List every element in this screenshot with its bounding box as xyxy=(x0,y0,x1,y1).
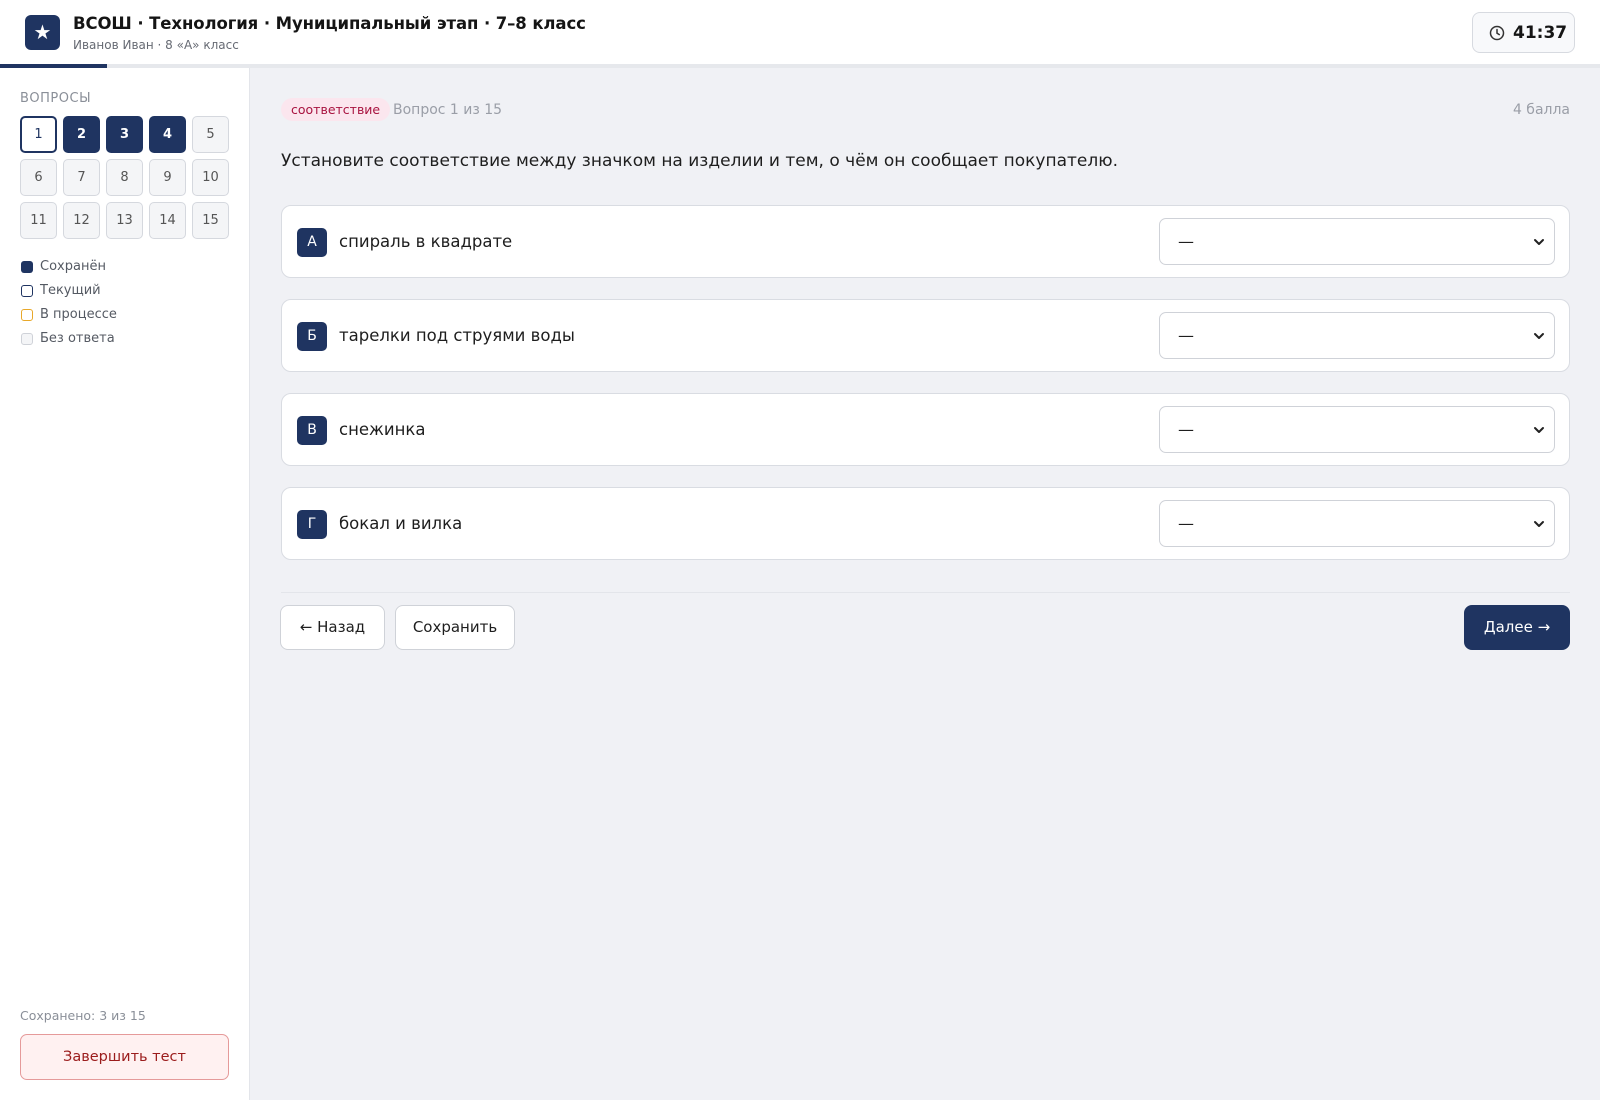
select-value: — xyxy=(1178,326,1194,345)
legend-swatch-none xyxy=(21,333,33,345)
question-nav-13[interactable]: 13 xyxy=(106,202,143,239)
question-nav-7[interactable]: 7 xyxy=(63,159,100,196)
select-value: — xyxy=(1178,514,1194,533)
question-nav-8[interactable]: 8 xyxy=(106,159,143,196)
student-info: Иванов Иван · 8 «А» класс xyxy=(73,38,239,52)
row-letter-badge: Б xyxy=(297,322,327,351)
sidebar: ВОПРОСЫ 1 2 3 4 5 6 7 8 9 10 11 12 13 14 15 Сохранён Те… xyxy=(0,68,250,1100)
row-label: спираль в квадрате xyxy=(339,232,513,251)
legend-swatch-current xyxy=(21,285,33,297)
question-navigator: 1 2 3 4 5 6 7 8 9 10 11 12 13 14 15 xyxy=(20,116,230,239)
finish-test-button[interactable]: Завершить тест xyxy=(20,1034,229,1080)
chevron-down-icon xyxy=(1534,521,1544,527)
question-nav-4[interactable]: 4 xyxy=(149,116,186,153)
chevron-down-icon xyxy=(1534,239,1544,245)
question-nav-14[interactable]: 14 xyxy=(149,202,186,239)
question-nav-3[interactable]: 3 xyxy=(106,116,143,153)
legend-swatch-progress xyxy=(21,309,33,321)
legend-label: Сохранён xyxy=(40,259,106,274)
questions-heading: ВОПРОСЫ xyxy=(20,91,92,106)
match-row: Бтарелки под струями воды — xyxy=(281,299,1570,372)
timer: 41:37 xyxy=(1472,12,1575,53)
divider xyxy=(281,592,1570,593)
answer-select[interactable]: — xyxy=(1159,218,1555,265)
answer-select[interactable]: — xyxy=(1159,312,1555,359)
answer-select[interactable]: — xyxy=(1159,406,1555,453)
question-nav-15[interactable]: 15 xyxy=(192,202,229,239)
question-nav-2[interactable]: 2 xyxy=(63,116,100,153)
legend-label: В процессе xyxy=(40,307,117,322)
back-button[interactable]: ← Назад xyxy=(280,605,385,650)
chevron-down-icon xyxy=(1534,427,1544,433)
answer-select[interactable]: — xyxy=(1159,500,1555,547)
question-nav-1[interactable]: 1 xyxy=(20,116,57,153)
question-type-badge: соответствие xyxy=(281,98,391,121)
row-label: тарелки под струями воды xyxy=(339,326,575,345)
next-button[interactable]: Далее → xyxy=(1464,605,1570,650)
legend-label: Текущий xyxy=(40,283,101,298)
question-points: 4 балла xyxy=(1512,102,1570,118)
legend-label: Без ответа xyxy=(40,331,115,346)
question-text: Установите соответствие между значком на… xyxy=(281,151,1118,171)
match-row: Вснежинка — xyxy=(281,393,1570,466)
save-button[interactable]: Сохранить xyxy=(395,605,515,650)
page-title: ВСОШ · Технология · Муниципальный этап ·… xyxy=(73,14,586,33)
row-label: снежинка xyxy=(339,420,426,439)
match-row: Аспираль в квадрате — xyxy=(281,205,1570,278)
question-progress: Вопрос 1 из 15 xyxy=(393,102,503,118)
match-row: Гбокал и вилка — xyxy=(281,487,1570,560)
question-nav-10[interactable]: 10 xyxy=(192,159,229,196)
select-value: — xyxy=(1178,232,1194,251)
select-value: — xyxy=(1178,420,1194,439)
row-letter-badge: Г xyxy=(297,510,327,539)
chevron-down-icon xyxy=(1534,333,1544,339)
timer-value: 41:37 xyxy=(1513,23,1568,43)
legend-swatch-saved xyxy=(21,261,33,273)
star-logo-icon: ★ xyxy=(25,15,60,50)
question-nav-6[interactable]: 6 xyxy=(20,159,57,196)
question-nav-11[interactable]: 11 xyxy=(20,202,57,239)
top-header: ★ ВСОШ · Технология · Муниципальный этап… xyxy=(0,0,1600,66)
saved-count: Сохранено: 3 из 15 xyxy=(20,1008,146,1023)
question-nav-5[interactable]: 5 xyxy=(192,116,229,153)
row-letter-badge: В xyxy=(297,416,327,445)
question-nav-12[interactable]: 12 xyxy=(63,202,100,239)
row-letter-badge: А xyxy=(297,228,327,257)
question-nav-9[interactable]: 9 xyxy=(149,159,186,196)
clock-icon xyxy=(1489,25,1505,41)
row-label: бокал и вилка xyxy=(339,514,463,533)
